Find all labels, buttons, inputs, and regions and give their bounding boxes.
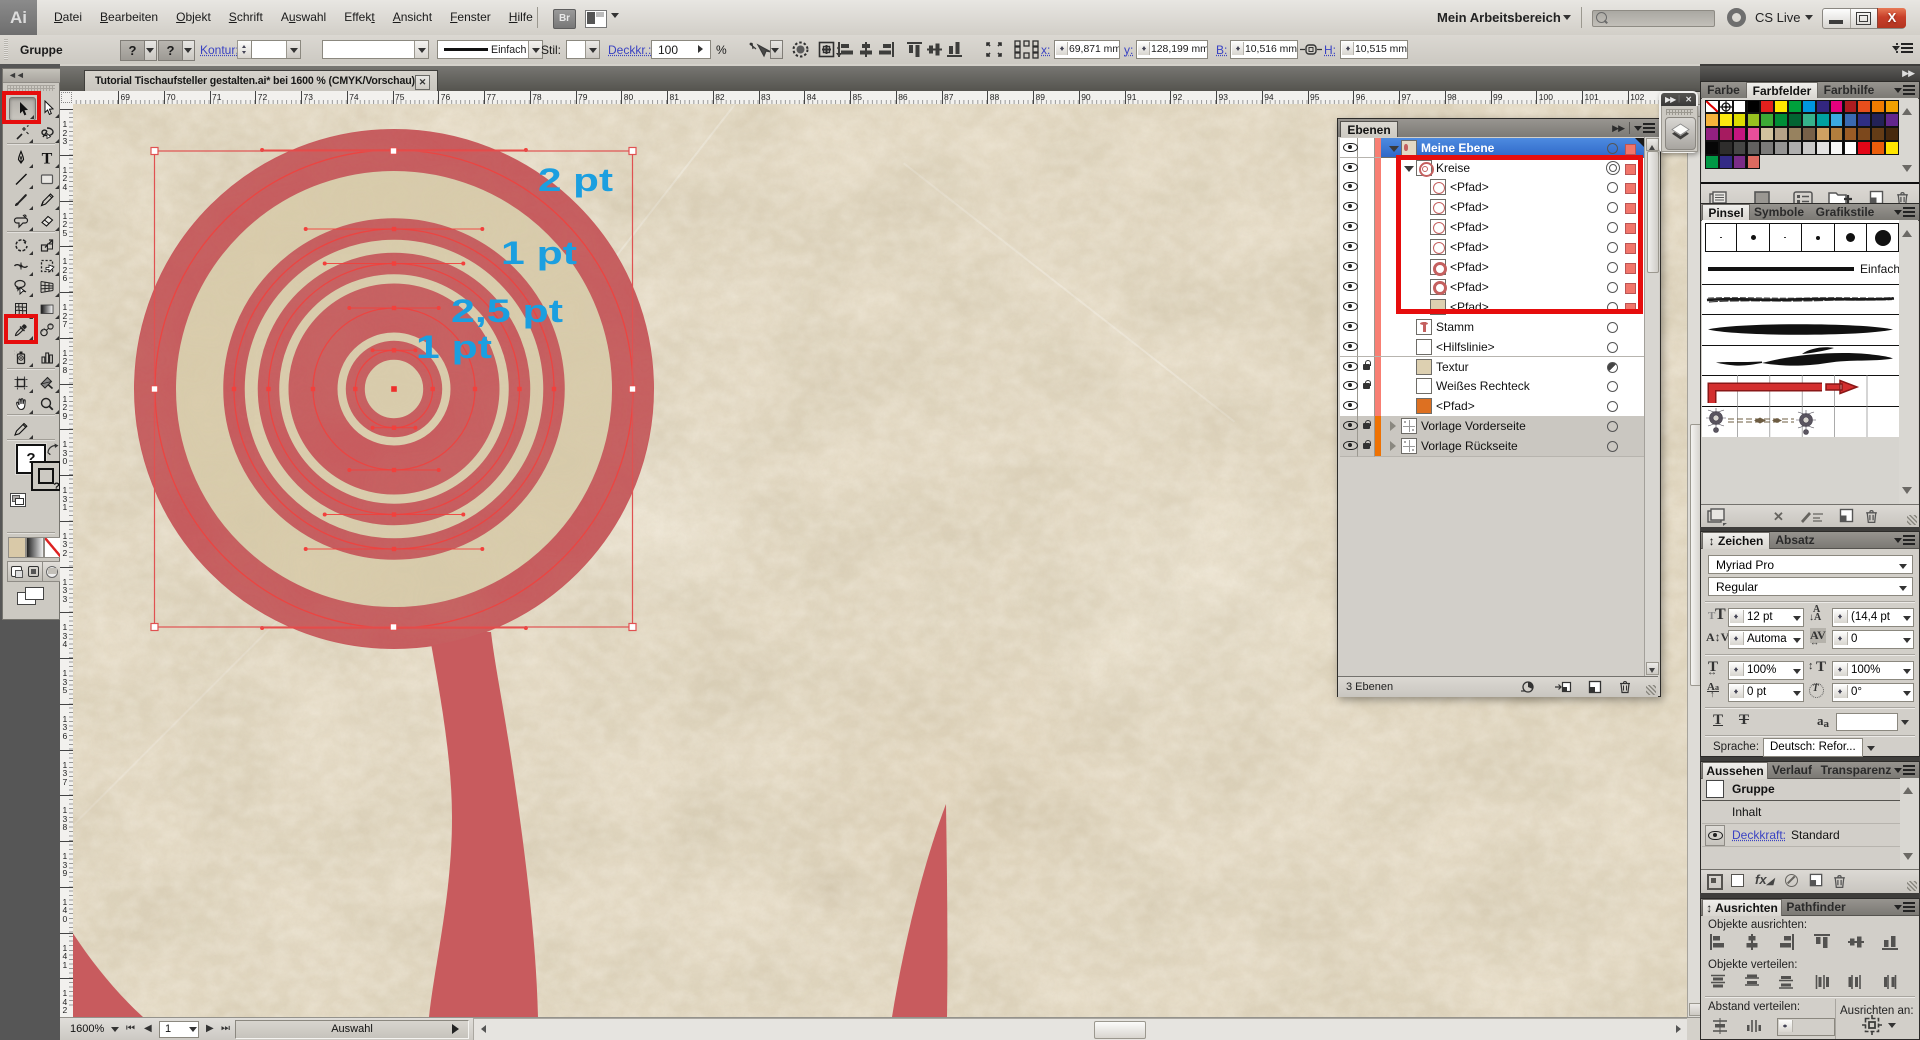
svg-text:1 pt: 1 pt	[416, 329, 492, 365]
svg-text:2,5 pt: 2,5 pt	[451, 293, 563, 329]
svg-text:T: T	[42, 151, 53, 167]
svg-text:2 pt: 2 pt	[538, 162, 613, 198]
svg-text:1 pt: 1 pt	[501, 235, 577, 271]
